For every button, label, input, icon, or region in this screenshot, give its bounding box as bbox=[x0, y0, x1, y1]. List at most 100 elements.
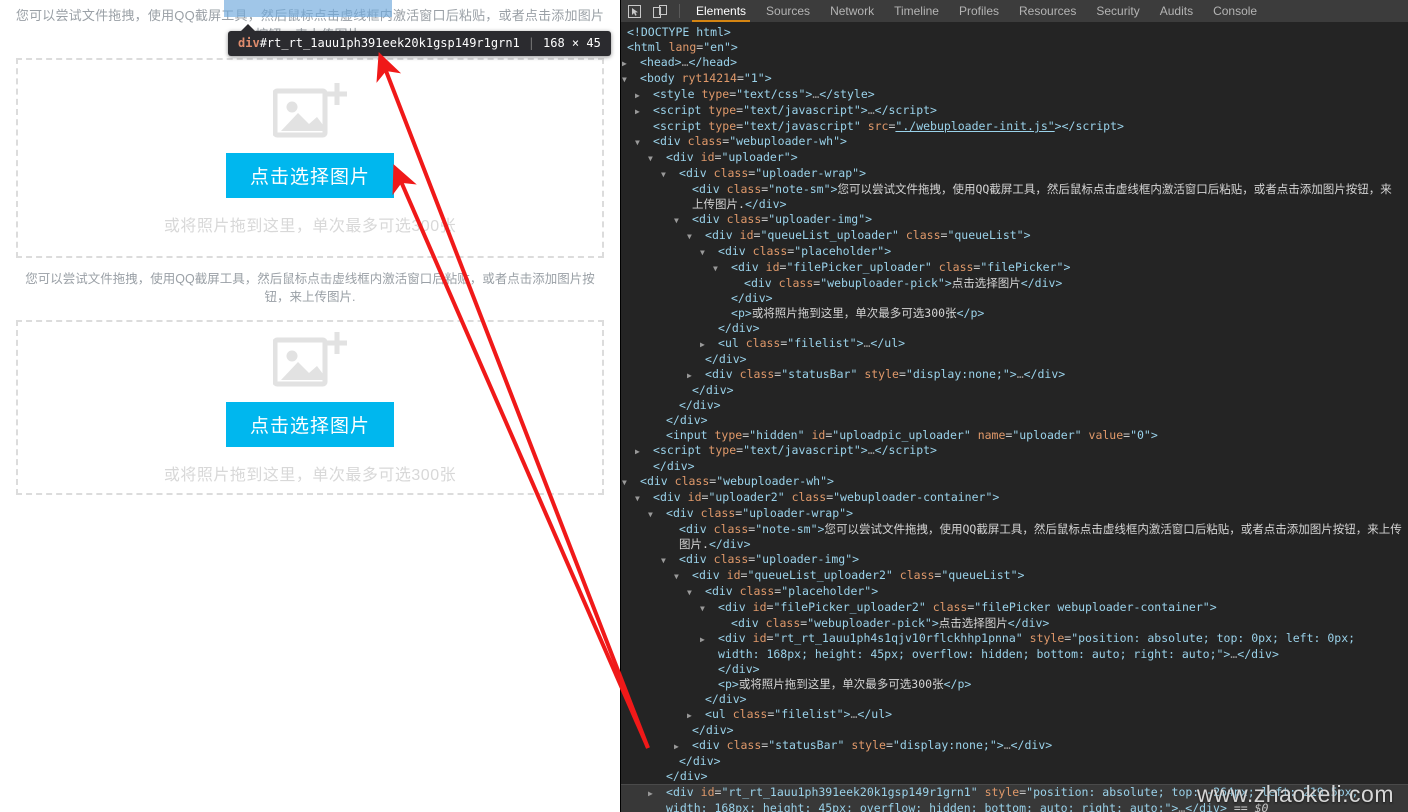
dom-node[interactable]: <ul class="filelist">…</ul> bbox=[621, 336, 1408, 352]
toggle-device-toolbar-icon[interactable] bbox=[647, 0, 673, 22]
dom-node[interactable]: <input type="hidden" id="uploadpic_uploa… bbox=[621, 428, 1408, 443]
dom-node[interactable]: </div> bbox=[621, 662, 1408, 677]
dom-node[interactable]: <style type="text/css">…</style> bbox=[621, 87, 1408, 103]
disclosure-triangle[interactable] bbox=[709, 600, 718, 616]
disclosure-triangle[interactable] bbox=[709, 631, 718, 647]
dom-node[interactable]: <body ryt14214="1"> bbox=[621, 71, 1408, 87]
tab-timeline[interactable]: Timeline bbox=[884, 0, 949, 22]
tab-network[interactable]: Network bbox=[820, 0, 884, 22]
dom-node[interactable]: <div class="webuploader-wh"> bbox=[621, 474, 1408, 490]
dom-node[interactable]: <div class="placeholder"> bbox=[621, 584, 1408, 600]
dom-node[interactable]: <div id="queueList_uploader2" class="que… bbox=[621, 568, 1408, 584]
disclosure-triangle[interactable] bbox=[696, 707, 705, 723]
dom-node[interactable]: </div> bbox=[621, 754, 1408, 769]
select-image-button-2[interactable]: 点击选择图片 bbox=[226, 402, 394, 447]
dom-node[interactable]: <div class="webuploader-pick">点击选择图片</di… bbox=[621, 276, 1408, 291]
uploader-dropzone-1[interactable]: 点击选择图片 或将照片拖到这里，单次最多可选300张 bbox=[16, 58, 604, 258]
tab-console[interactable]: Console bbox=[1203, 0, 1267, 22]
disclosure-triangle[interactable] bbox=[722, 260, 731, 276]
dom-node[interactable]: </div> bbox=[621, 769, 1408, 784]
dom-node[interactable]: <div class="uploader-wrap"> bbox=[621, 506, 1408, 522]
disclosure-triangle[interactable] bbox=[644, 87, 653, 103]
dom-node[interactable]: <div class="placeholder"> bbox=[621, 244, 1408, 260]
tab-elements[interactable]: Elements bbox=[686, 0, 756, 22]
dom-node[interactable]: </div> bbox=[621, 383, 1408, 398]
disclosure-triangle[interactable] bbox=[683, 212, 692, 228]
screenshot-root: 您可以尝试文件拖拽，使用QQ截屏工具，然后鼠标点击虚线框内激活窗口后粘贴，或者点… bbox=[0, 0, 1408, 812]
inspected-page: 您可以尝试文件拖拽，使用QQ截屏工具，然后鼠标点击虚线框内激活窗口后粘贴，或者点… bbox=[0, 0, 620, 812]
dom-node[interactable]: </div> bbox=[621, 352, 1408, 367]
dom-node[interactable]: <head>…</head> bbox=[621, 55, 1408, 71]
disclosure-triangle[interactable] bbox=[631, 55, 640, 71]
dom-node[interactable]: <p>或将照片拖到这里，单次最多可选300张</p> bbox=[621, 677, 1408, 692]
tooltip-tag-name: div bbox=[238, 36, 260, 50]
disclosure-triangle[interactable] bbox=[670, 166, 679, 182]
dom-node[interactable]: <html lang="en"> bbox=[621, 40, 1408, 55]
tab-audits[interactable]: Audits bbox=[1150, 0, 1203, 22]
dom-node[interactable]: <div class="webuploader-wh"> bbox=[621, 134, 1408, 150]
tab-resources[interactable]: Resources bbox=[1009, 0, 1086, 22]
dom-node[interactable]: <div class="webuploader-pick">点击选择图片</di… bbox=[621, 616, 1408, 631]
uploader-placeholder-1: 点击选择图片 或将照片拖到这里，单次最多可选300张 bbox=[18, 60, 602, 256]
dom-node[interactable]: <div id="uploader2" class="webuploader-c… bbox=[621, 490, 1408, 506]
dom-node[interactable]: <script type="text/javascript">…</script… bbox=[621, 443, 1408, 459]
devtools-tabs: Elements Sources Network Timeline Profiles Re… bbox=[686, 0, 1267, 22]
disclosure-triangle[interactable] bbox=[696, 367, 705, 383]
inspect-element-icon[interactable] bbox=[621, 0, 647, 22]
drop-hint-1: 或将照片拖到这里，单次最多可选300张 bbox=[163, 217, 457, 235]
disclosure-triangle[interactable] bbox=[696, 228, 705, 244]
uploader-dropzone-2[interactable]: 点击选择图片 或将照片拖到这里，单次最多可选300张 bbox=[16, 320, 604, 495]
dom-node[interactable]: </div> bbox=[621, 413, 1408, 428]
disclosure-triangle[interactable] bbox=[644, 490, 653, 506]
disclosure-triangle[interactable] bbox=[670, 552, 679, 568]
uploader-placeholder-2: 点击选择图片 或将照片拖到这里，单次最多可选300张 bbox=[18, 322, 602, 493]
dom-node[interactable]: <div class="uploader-img"> bbox=[621, 212, 1408, 228]
disclosure-triangle[interactable] bbox=[644, 443, 653, 459]
dom-node[interactable]: </div> bbox=[621, 692, 1408, 707]
dom-node[interactable]: <ul class="filelist">…</ul> bbox=[621, 707, 1408, 723]
dom-tree[interactable]: <!DOCTYPE html><html lang="en"><head>…</… bbox=[621, 22, 1408, 812]
tab-profiles[interactable]: Profiles bbox=[949, 0, 1009, 22]
disclosure-triangle[interactable] bbox=[657, 150, 666, 166]
dom-node[interactable]: <!DOCTYPE html> bbox=[621, 25, 1408, 40]
dom-node[interactable]: <div id="queueList_uploader" class="queu… bbox=[621, 228, 1408, 244]
dom-node[interactable]: <div class="note-sm">您可以尝试文件拖拽，使用QQ截屏工具，… bbox=[621, 522, 1408, 552]
dom-node[interactable]: <div id="rt_rt_1auu1ph4s1qjv10rflckhhp1p… bbox=[621, 631, 1408, 662]
dom-node[interactable]: <div id="filePicker_uploader" class="fil… bbox=[621, 260, 1408, 276]
tooltip-dimensions: 168 × 45 bbox=[543, 36, 601, 50]
image-add-icon bbox=[272, 330, 348, 392]
dom-node-selected[interactable]: …<div id="rt_rt_1auu1ph391eek20k1gsp149r… bbox=[621, 784, 1408, 812]
disclosure-triangle[interactable] bbox=[631, 71, 640, 87]
disclosure-triangle[interactable] bbox=[657, 785, 666, 801]
disclosure-triangle[interactable] bbox=[709, 336, 718, 352]
disclosure-triangle[interactable] bbox=[709, 244, 718, 260]
select-image-button-1[interactable]: 点击选择图片 bbox=[226, 152, 394, 198]
dom-node[interactable]: </div> bbox=[621, 723, 1408, 738]
disclosure-triangle[interactable] bbox=[644, 103, 653, 119]
dom-node[interactable]: <div class="statusBar" style="display:no… bbox=[621, 738, 1408, 754]
dom-node[interactable]: <div id="filePicker_uploader2" class="fi… bbox=[621, 600, 1408, 616]
tab-security[interactable]: Security bbox=[1086, 0, 1149, 22]
dom-node[interactable]: <div id="uploader"> bbox=[621, 150, 1408, 166]
dom-node[interactable]: </div> bbox=[621, 291, 1408, 306]
devtools-panel: Elements Sources Network Timeline Profiles Re… bbox=[620, 0, 1408, 812]
dom-node[interactable]: </div> bbox=[621, 459, 1408, 474]
disclosure-triangle[interactable] bbox=[631, 474, 640, 490]
disclosure-triangle[interactable] bbox=[696, 584, 705, 600]
disclosure-triangle[interactable] bbox=[683, 568, 692, 584]
disclosure-triangle[interactable] bbox=[644, 134, 653, 150]
dom-node[interactable]: <div class="uploader-wrap"> bbox=[621, 166, 1408, 182]
dom-node[interactable]: <script type="text/javascript" src="./we… bbox=[621, 119, 1408, 134]
disclosure-triangle[interactable] bbox=[683, 738, 692, 754]
dom-node[interactable]: <script type="text/javascript">…</script… bbox=[621, 103, 1408, 119]
dom-node[interactable]: <div class="statusBar" style="display:no… bbox=[621, 367, 1408, 383]
dom-node[interactable]: <p>或将照片拖到这里，单次最多可选300张</p> bbox=[621, 306, 1408, 321]
dom-node[interactable]: <div class="note-sm">您可以尝试文件拖拽，使用QQ截屏工具，… bbox=[621, 182, 1408, 212]
dom-node[interactable]: <div class="uploader-img"> bbox=[621, 552, 1408, 568]
dom-node[interactable]: </div> bbox=[621, 321, 1408, 336]
tooltip-element-id: #rt_rt_1auu1ph391eek20k1gsp149r1grn1 bbox=[259, 36, 520, 50]
dom-node[interactable]: </div> bbox=[621, 398, 1408, 413]
disclosure-triangle[interactable] bbox=[657, 506, 666, 522]
image-add-icon bbox=[272, 81, 348, 143]
tab-sources[interactable]: Sources bbox=[756, 0, 820, 22]
